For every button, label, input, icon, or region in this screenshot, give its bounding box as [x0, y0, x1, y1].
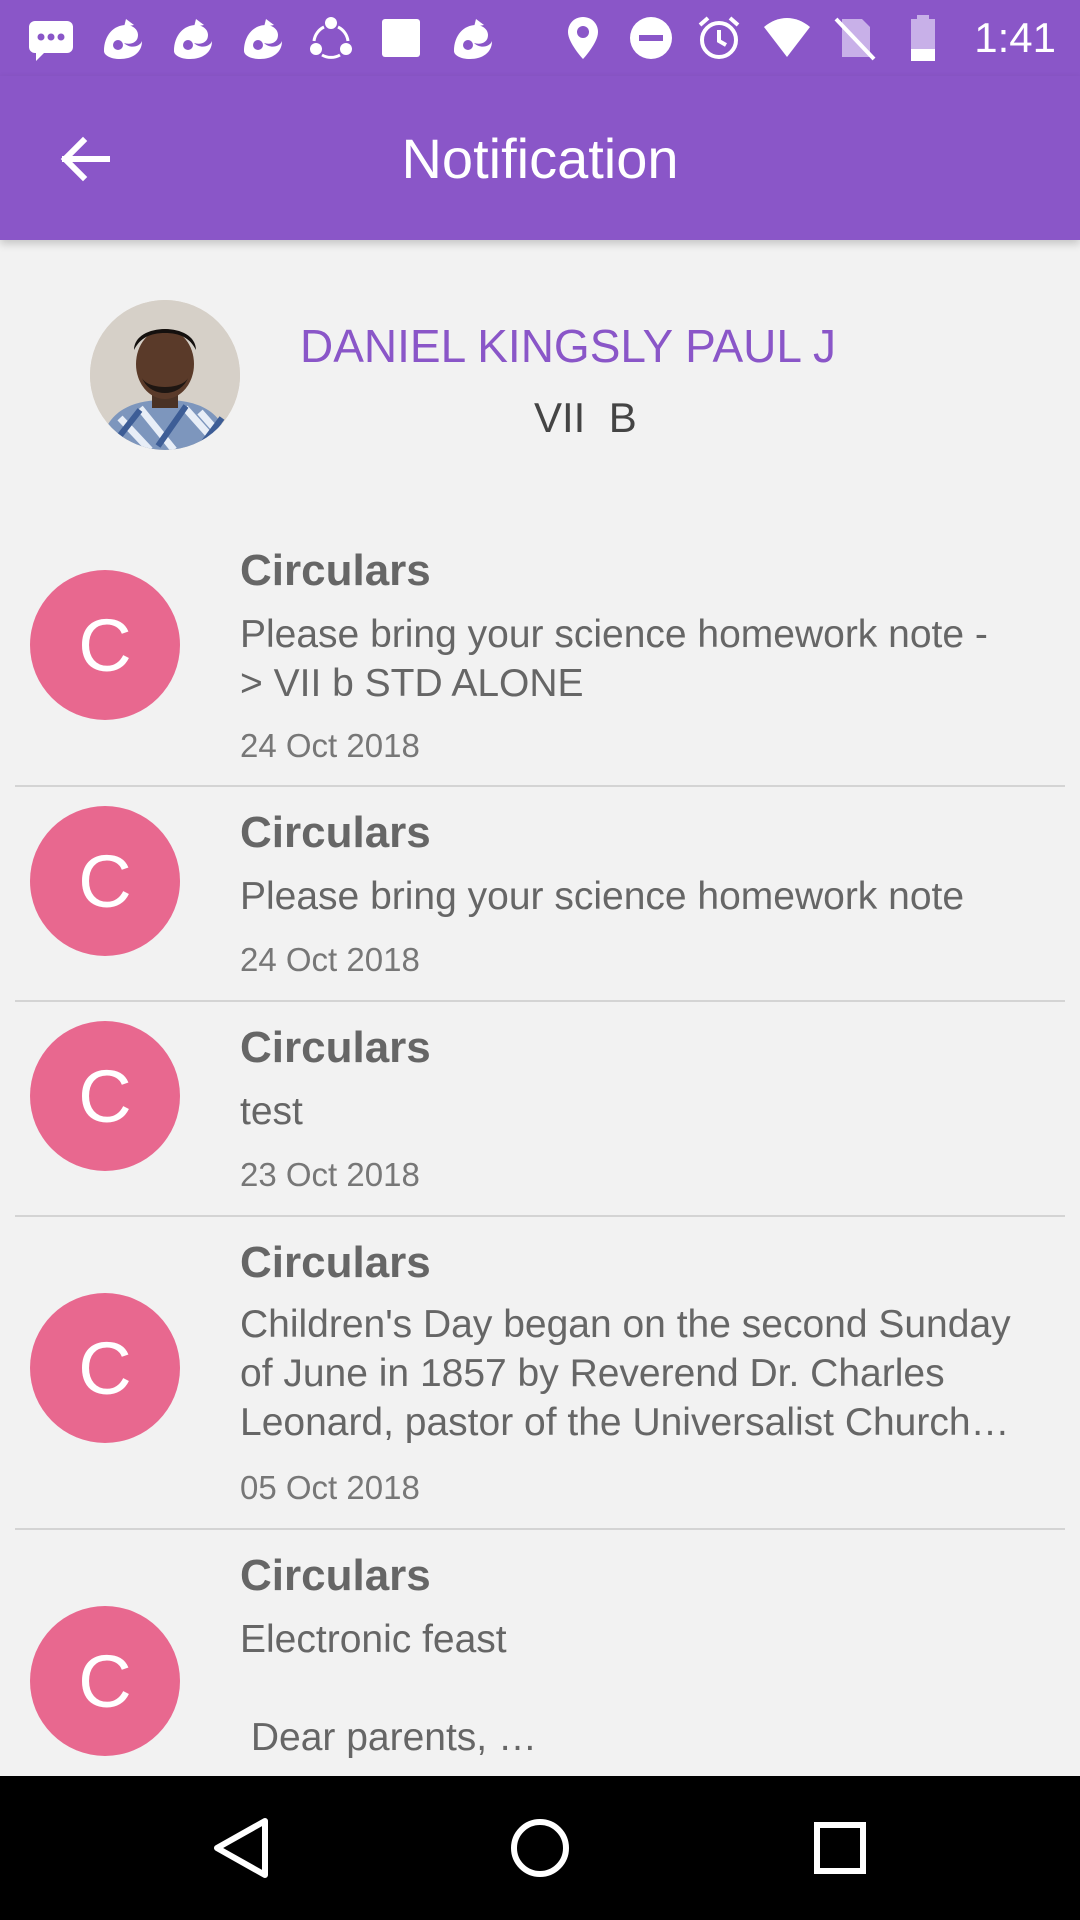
nav-home-icon — [511, 1819, 569, 1877]
notification-body: test — [240, 1090, 303, 1133]
status-icons-left — [26, 12, 496, 64]
uc-browser-icon — [446, 13, 496, 63]
location-icon — [558, 13, 608, 63]
messages-icon — [26, 13, 76, 63]
divider — [15, 1215, 1065, 1217]
student-profile: DANIEL KINGSLY PAUL J VII B — [0, 240, 1080, 520]
status-bar: 1:41 — [0, 0, 1080, 76]
share-icon — [306, 13, 356, 63]
divider — [15, 1000, 1065, 1002]
divider — [15, 785, 1065, 787]
notification-initial-icon: C — [30, 1021, 180, 1171]
notification-title: Circulars — [240, 1551, 431, 1600]
nav-recents-icon — [814, 1822, 866, 1874]
divider — [15, 1528, 1065, 1530]
status-time: 1:41 — [974, 14, 1056, 61]
notification-date: 24 Oct 2018 — [240, 727, 420, 764]
student-name: DANIEL KINGSLY PAUL J — [300, 320, 837, 372]
uc-browser-icon — [166, 13, 216, 63]
notification-date: 23 Oct 2018 — [240, 1156, 420, 1193]
uc-browser-icon — [236, 13, 286, 63]
notification-item[interactable]: C Circulars Children's Day began on the … — [0, 1218, 1080, 1528]
nav-home-button[interactable] — [490, 1798, 590, 1898]
battery-icon — [898, 13, 948, 63]
nav-back-icon — [214, 1818, 268, 1878]
notification-title: Circulars — [240, 1238, 431, 1287]
student-class: VII B — [534, 394, 637, 441]
app-bar: Notification — [0, 76, 1080, 240]
wifi-icon — [762, 13, 812, 63]
uc-browser-icon — [96, 13, 146, 63]
navigation-bar — [0, 1776, 1080, 1920]
nav-recents-button[interactable] — [790, 1798, 890, 1898]
notification-item[interactable]: C Circulars Electronic feast Dear parent… — [0, 1531, 1080, 1776]
page-title: Notification — [401, 127, 679, 190]
avatar — [90, 300, 240, 450]
nav-back-button[interactable] — [190, 1798, 290, 1898]
notification-date: 24 Oct 2018 — [240, 941, 420, 978]
notification-body: Please bring your science homework note — [240, 875, 965, 918]
status-icons-right: 1:41 — [558, 12, 1056, 64]
do-not-disturb-icon — [626, 13, 676, 63]
notification-date: 05 Oct 2018 — [240, 1469, 420, 1506]
notification-item[interactable]: C Circulars Please bring your science ho… — [0, 788, 1080, 1000]
notification-body: Children's Day began on the second Sunda… — [240, 1303, 1011, 1444]
notification-title: Circulars — [240, 546, 431, 595]
no-sim-icon — [830, 13, 880, 63]
notification-title: Circulars — [240, 808, 431, 857]
notification-item[interactable]: C Circulars Please bring your science ho… — [0, 530, 1080, 786]
notification-initial-icon: C — [30, 1293, 180, 1443]
notification-initial-icon: C — [30, 570, 180, 720]
square-app-icon — [376, 13, 426, 63]
notification-initial-icon: C — [30, 1606, 180, 1756]
alarm-icon — [694, 13, 744, 63]
notification-item[interactable]: C Circulars test 23 Oct 2018 — [0, 1003, 1080, 1215]
notification-initial-icon: C — [30, 806, 180, 956]
notification-title: Circulars — [240, 1023, 431, 1072]
notification-body: Electronic feast Dear parents, … — [240, 1618, 537, 1759]
notification-body: Please bring your science homework note … — [240, 613, 988, 705]
